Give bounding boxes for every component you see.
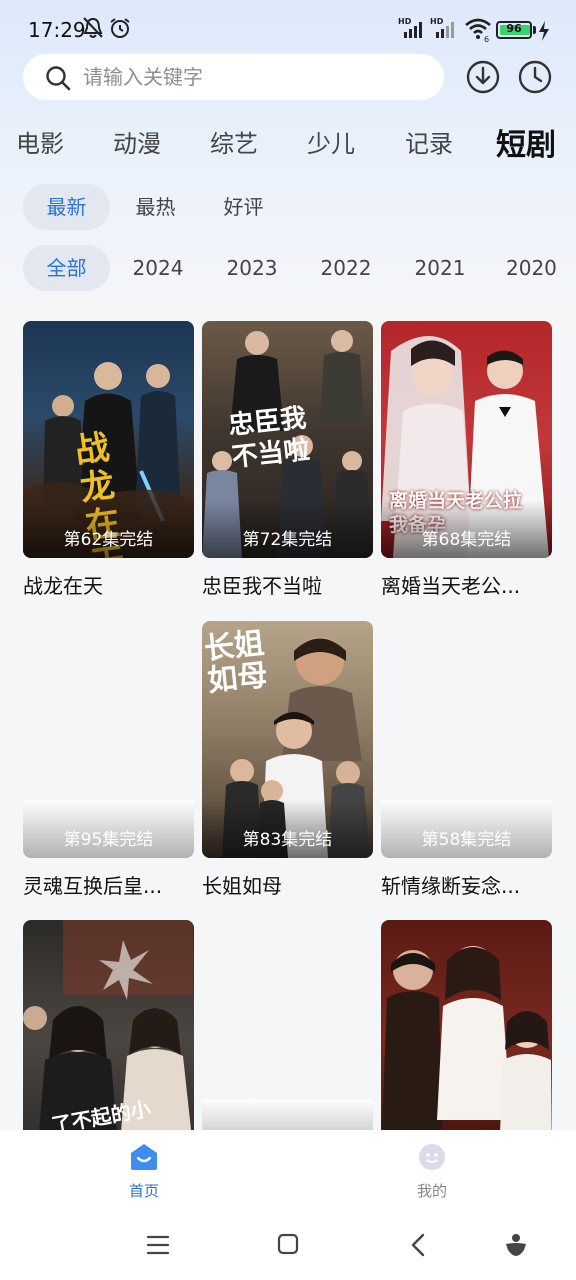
tab-short-drama[interactable]: 短剧 (496, 120, 556, 164)
battery-icon: 96 (496, 21, 532, 39)
poster-image[interactable]: 第58集完结 (381, 621, 552, 858)
poster-art (381, 946, 552, 1157)
episode-badge: 第95集完结 (23, 800, 194, 858)
search-icon (46, 66, 71, 91)
tab-kids[interactable]: 少儿 (307, 124, 355, 159)
sort-hottest-chip[interactable]: 最热 (112, 184, 199, 230)
search-input[interactable] (83, 54, 433, 100)
episode-badge: 第68集完结 (381, 500, 552, 558)
home-icon (131, 1144, 157, 1170)
signal-hd-2-icon: HD (430, 17, 454, 38)
year-2023-chip[interactable]: 2023 (210, 245, 294, 291)
year-2024-chip[interactable]: 2024 (116, 245, 200, 291)
card-title: 忠臣我不当啦 (202, 574, 322, 598)
battery-cap (533, 26, 536, 34)
battery-level: 96 (506, 22, 522, 35)
alarm-icon (110, 18, 130, 38)
card-title: 战龙在天 (23, 574, 103, 598)
card-title: 灵魂互换后皇... (23, 874, 163, 898)
signal-hd-icon: HD (398, 17, 422, 38)
poster-image[interactable]: 忠臣我不当啦 第72集完结 (202, 321, 373, 558)
poster-title-text: 忠臣我不当啦 (227, 403, 312, 474)
episode-badge: 第72集完结 (202, 500, 373, 558)
tab-movie[interactable]: 电影 (16, 124, 64, 159)
search-bar[interactable] (23, 54, 444, 100)
poster-image[interactable]: 长姐如母 第83集完结 (202, 621, 373, 858)
drama-card[interactable]: 第58集完结 斩情缘断妄念... (381, 621, 552, 899)
sort-latest-chip[interactable]: 最新 (23, 184, 110, 230)
poster-image[interactable] (202, 920, 373, 1157)
poster-image[interactable]: 战龙在天 第62集完结 (23, 321, 194, 558)
svg-text:HD: HD (398, 17, 412, 26)
tab-variety[interactable]: 综艺 (210, 124, 258, 159)
card-title: 长姐如母 (202, 874, 282, 898)
year-2021-chip[interactable]: 2021 (398, 245, 482, 291)
poster-image[interactable] (381, 920, 552, 1157)
drama-card[interactable]: 战龙在天 第62集完结 战龙在天 (23, 321, 194, 599)
download-icon[interactable] (466, 60, 500, 94)
card-title: 离婚当天老公... (381, 574, 521, 598)
svg-text:6: 6 (484, 35, 489, 42)
nav-profile[interactable]: 我的 (392, 1142, 472, 1201)
nav-profile-label: 我的 (416, 1182, 447, 1200)
poster-image[interactable]: 第95集完结 (23, 621, 194, 858)
system-nav-bar (0, 1210, 576, 1280)
bottom-nav: 首页 我的 (0, 1130, 576, 1210)
year-2020-chip[interactable]: 2020 (492, 245, 576, 291)
svg-text:HD: HD (430, 17, 444, 26)
drama-card[interactable]: 忠臣我不当啦 第72集完结 忠臣我不当啦 (202, 321, 373, 599)
status-time: 17:29 (28, 18, 86, 42)
nav-home-label: 首页 (128, 1182, 159, 1200)
assistant-icon[interactable] (504, 1232, 528, 1258)
wifi-icon: 6 (465, 18, 491, 42)
episode-badge: 第83集完结 (202, 800, 373, 858)
back-icon[interactable] (410, 1232, 426, 1258)
home-square-icon[interactable] (277, 1232, 299, 1256)
poster-title-text: 长姐如母 (202, 626, 270, 699)
nav-home[interactable]: 首页 (104, 1142, 184, 1201)
poster-image[interactable]: 了不起的小姐 (23, 920, 194, 1157)
drama-card[interactable] (202, 920, 373, 1157)
sort-rating-chip[interactable]: 好评 (200, 184, 287, 230)
tab-documentary[interactable]: 记录 (405, 124, 453, 159)
drama-card[interactable] (381, 920, 552, 1157)
tab-anime[interactable]: 动漫 (113, 124, 161, 159)
charging-icon (539, 21, 549, 41)
episode-badge: 第62集完结 (23, 500, 194, 558)
card-title: 斩情缘断妄念... (381, 874, 521, 898)
bell-off-icon (83, 17, 103, 38)
drama-card[interactable]: 长姐如母 第83集完结 长姐如母 (202, 621, 373, 899)
status-bar: 17:29 HD HD 6 96 (0, 0, 576, 60)
year-all-chip[interactable]: 全部 (23, 245, 110, 291)
menu-icon[interactable] (146, 1232, 170, 1258)
history-icon[interactable] (518, 60, 552, 94)
drama-card[interactable]: 离婚当天老公拉我备孕 第68集完结 离婚当天老公... (381, 321, 552, 599)
profile-icon (419, 1144, 445, 1170)
poster-image[interactable]: 离婚当天老公拉我备孕 第68集完结 (381, 321, 552, 558)
drama-card[interactable]: 了不起的小姐 (23, 920, 194, 1157)
episode-badge: 第58集完结 (381, 800, 552, 858)
year-2022-chip[interactable]: 2022 (304, 245, 388, 291)
drama-card[interactable]: 第95集完结 灵魂互换后皇... (23, 621, 194, 899)
